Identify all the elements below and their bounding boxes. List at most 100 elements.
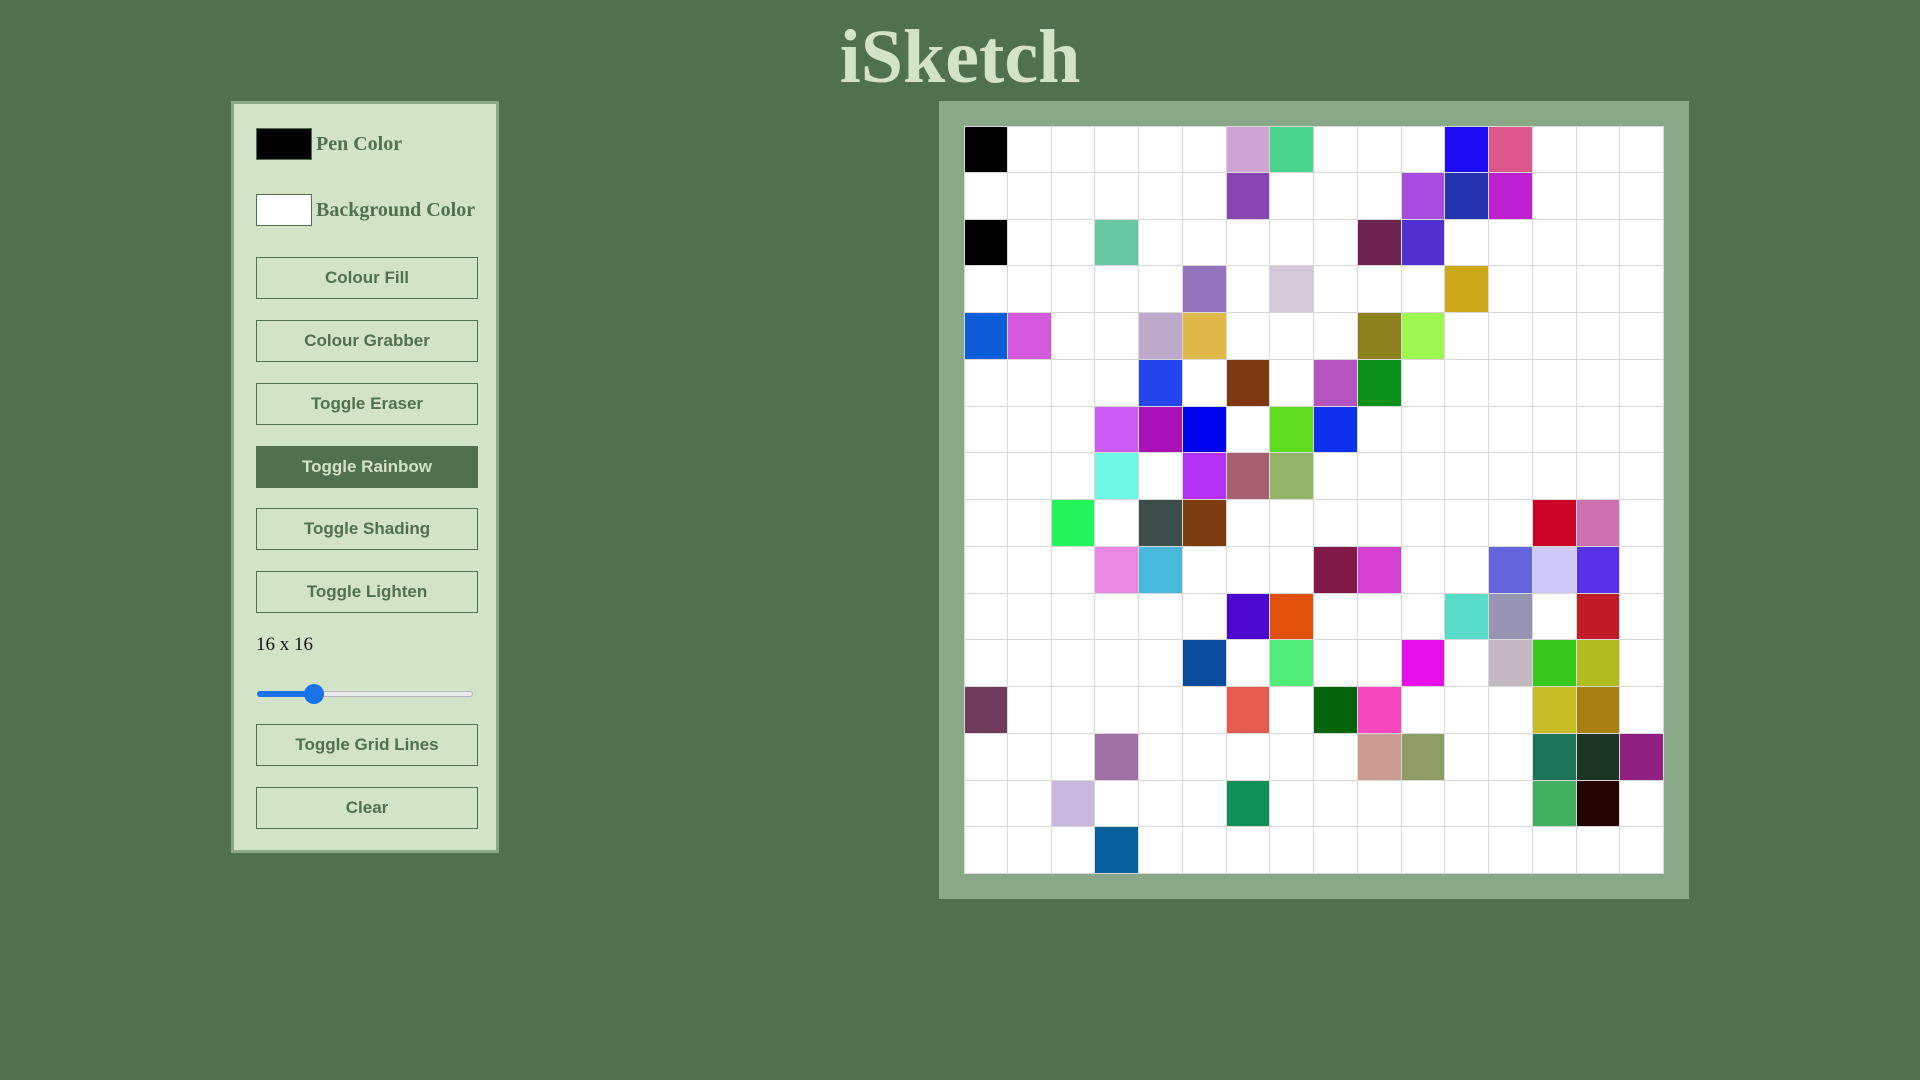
grid-cell[interactable] — [1139, 172, 1183, 220]
grid-cell[interactable] — [1095, 266, 1139, 313]
grid-cell[interactable] — [1401, 219, 1446, 267]
grid-cell[interactable] — [1051, 733, 1096, 781]
grid-cell[interactable] — [1226, 453, 1271, 500]
grid-cell[interactable] — [1270, 359, 1314, 407]
grid-cell[interactable] — [964, 126, 1008, 173]
grid-cell[interactable] — [1139, 546, 1183, 594]
grid-cell[interactable] — [1182, 733, 1227, 781]
grid-cell[interactable] — [1182, 593, 1227, 641]
grid-cell[interactable] — [1445, 406, 1489, 454]
grid-cell[interactable] — [1314, 126, 1358, 173]
grid-cell[interactable] — [1620, 172, 1664, 220]
grid-cell[interactable] — [1007, 406, 1052, 454]
grid-cell[interactable] — [1401, 359, 1446, 407]
grid-cell[interactable] — [1314, 453, 1358, 500]
grid-cell[interactable] — [1620, 780, 1664, 828]
grid-cell[interactable] — [1532, 126, 1577, 173]
grid-cell[interactable] — [1314, 219, 1358, 267]
grid-cell[interactable] — [1489, 313, 1533, 360]
grid-cell[interactable] — [1576, 359, 1621, 407]
grid-cell[interactable] — [1620, 406, 1664, 454]
grid-cell[interactable] — [1445, 126, 1489, 173]
grid-cell[interactable] — [1226, 780, 1271, 828]
grid-cell[interactable] — [1226, 546, 1271, 594]
grid-cell[interactable] — [1007, 733, 1052, 781]
grid-cell[interactable] — [1620, 733, 1664, 781]
toggle-grid-lines-button[interactable]: Toggle Grid Lines — [256, 724, 478, 766]
grid-cell[interactable] — [964, 827, 1008, 874]
grid-cell[interactable] — [1357, 359, 1402, 407]
grid-cell[interactable] — [1182, 687, 1227, 734]
grid-cell[interactable] — [1489, 500, 1533, 547]
grid-cell[interactable] — [1532, 406, 1577, 454]
grid-cell[interactable] — [1051, 172, 1096, 220]
grid-cell[interactable] — [1401, 780, 1446, 828]
grid-cell[interactable] — [1445, 453, 1489, 500]
grid-cell[interactable] — [1139, 780, 1183, 828]
grid-cell[interactable] — [1314, 313, 1358, 360]
grid-cell[interactable] — [1226, 733, 1271, 781]
grid-cell[interactable] — [1182, 780, 1227, 828]
grid-cell[interactable] — [1226, 219, 1271, 267]
grid-cell[interactable] — [964, 546, 1008, 594]
grid-cell[interactable] — [1051, 687, 1096, 734]
grid-cell[interactable] — [1007, 780, 1052, 828]
grid-cell[interactable] — [1270, 126, 1314, 173]
sketch-grid[interactable] — [964, 126, 1664, 874]
grid-cell[interactable] — [1226, 172, 1271, 220]
grid-cell[interactable] — [964, 640, 1008, 687]
grid-cell[interactable] — [964, 219, 1008, 267]
grid-cell[interactable] — [1182, 313, 1227, 360]
grid-cell[interactable] — [1182, 172, 1227, 220]
grid-cell[interactable] — [1357, 266, 1402, 313]
grid-cell[interactable] — [1620, 827, 1664, 874]
grid-cell[interactable] — [1314, 500, 1358, 547]
grid-cell[interactable] — [1270, 406, 1314, 454]
grid-cell[interactable] — [964, 593, 1008, 641]
grid-cell[interactable] — [1314, 687, 1358, 734]
grid-cell[interactable] — [1007, 546, 1052, 594]
grid-cell[interactable] — [1095, 406, 1139, 454]
grid-cell[interactable] — [1051, 266, 1096, 313]
grid-cell[interactable] — [1226, 500, 1271, 547]
grid-cell[interactable] — [1314, 172, 1358, 220]
grid-cell[interactable] — [1576, 172, 1621, 220]
grid-cell[interactable] — [1139, 640, 1183, 687]
grid-cell[interactable] — [1620, 640, 1664, 687]
grid-cell[interactable] — [964, 172, 1008, 220]
grid-cell[interactable] — [1095, 453, 1139, 500]
grid-cell[interactable] — [1182, 827, 1227, 874]
grid-size-slider[interactable] — [257, 684, 473, 704]
grid-cell[interactable] — [1226, 359, 1271, 407]
grid-cell[interactable] — [1532, 733, 1577, 781]
grid-cell[interactable] — [1357, 126, 1402, 173]
grid-cell[interactable] — [1095, 687, 1139, 734]
grid-cell[interactable] — [1314, 406, 1358, 454]
grid-cell[interactable] — [1401, 126, 1446, 173]
grid-cell[interactable] — [1401, 172, 1446, 220]
grid-cell[interactable] — [1051, 406, 1096, 454]
grid-cell[interactable] — [1139, 733, 1183, 781]
grid-cell[interactable] — [1532, 359, 1577, 407]
grid-cell[interactable] — [1182, 546, 1227, 594]
grid-cell[interactable] — [1095, 313, 1139, 360]
grid-cell[interactable] — [1007, 266, 1052, 313]
grid-cell[interactable] — [1270, 640, 1314, 687]
grid-cell[interactable] — [1489, 827, 1533, 874]
grid-cell[interactable] — [1357, 453, 1402, 500]
grid-cell[interactable] — [1314, 266, 1358, 313]
grid-cell[interactable] — [1270, 780, 1314, 828]
grid-cell[interactable] — [1051, 359, 1096, 407]
grid-cell[interactable] — [1095, 500, 1139, 547]
grid-cell[interactable] — [1576, 406, 1621, 454]
grid-cell[interactable] — [1401, 640, 1446, 687]
grid-cell[interactable] — [1401, 593, 1446, 641]
grid-cell[interactable] — [1314, 827, 1358, 874]
pen-color-picker[interactable] — [256, 128, 312, 160]
grid-cell[interactable] — [1401, 453, 1446, 500]
grid-cell[interactable] — [1095, 827, 1139, 874]
grid-cell[interactable] — [1007, 640, 1052, 687]
grid-cell[interactable] — [1401, 500, 1446, 547]
grid-cell[interactable] — [1620, 313, 1664, 360]
grid-cell[interactable] — [1314, 546, 1358, 594]
